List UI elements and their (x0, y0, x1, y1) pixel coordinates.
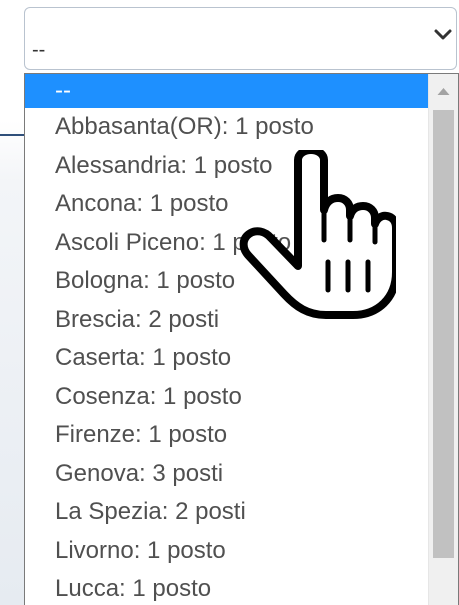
page-divider-line (0, 134, 24, 136)
option-item[interactable]: Cosenza: 1 posto (25, 378, 428, 417)
option-item[interactable]: La Spezia: 2 posti (25, 493, 428, 532)
select-current-value: -- (32, 39, 46, 61)
chevron-down-icon[interactable] (433, 28, 453, 42)
option-selected[interactable]: -- (25, 74, 428, 108)
hand-pointer-icon (239, 150, 396, 319)
page-background (0, 0, 24, 605)
option-item[interactable]: Livorno: 1 posto (25, 532, 428, 571)
option-item[interactable]: Genova: 3 posti (25, 455, 428, 494)
scroll-up-arrow-icon[interactable] (429, 74, 458, 108)
option-item[interactable]: Abbasanta(OR): 1 posto (25, 108, 428, 147)
option-item[interactable]: Firenze: 1 posto (25, 416, 428, 455)
scrollbar-thumb[interactable] (433, 110, 454, 558)
dropdown-scrollbar[interactable] (428, 74, 458, 605)
option-item[interactable]: Lucca: 1 posto (25, 570, 428, 605)
option-item[interactable]: Caserta: 1 posto (25, 339, 428, 378)
city-select[interactable] (24, 7, 457, 70)
